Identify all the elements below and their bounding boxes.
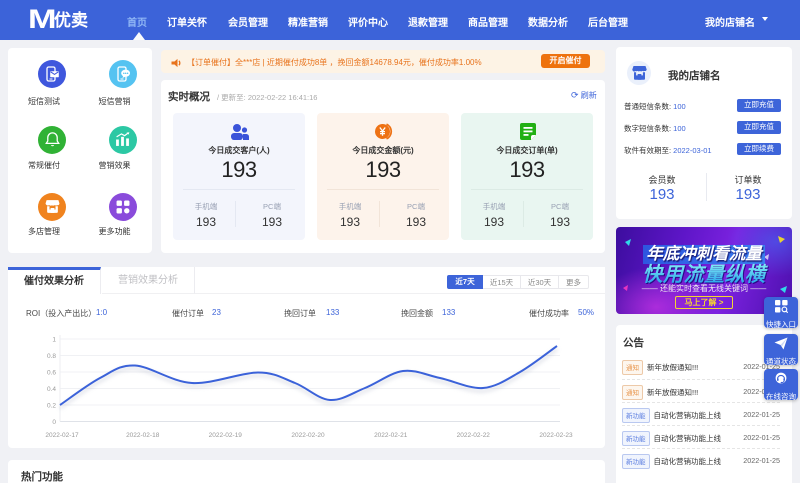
svg-text:2022-02-17: 2022-02-17 [45,432,79,439]
svg-text:2022-02-22: 2022-02-22 [457,432,491,439]
svg-text:0: 0 [52,419,56,426]
svg-text:2022-02-18: 2022-02-18 [126,432,160,439]
svg-text:2022-02-20: 2022-02-20 [291,432,325,439]
svg-text:1: 1 [52,337,56,344]
svg-text:0.4: 0.4 [47,386,56,393]
svg-text:2022-02-23: 2022-02-23 [539,432,573,439]
svg-text:0.6: 0.6 [47,370,56,377]
svg-text:2022-02-19: 2022-02-19 [209,432,243,439]
svg-text:2022-02-21: 2022-02-21 [374,432,408,439]
svg-text:0.8: 0.8 [47,353,56,360]
svg-text:0.2: 0.2 [47,403,56,410]
